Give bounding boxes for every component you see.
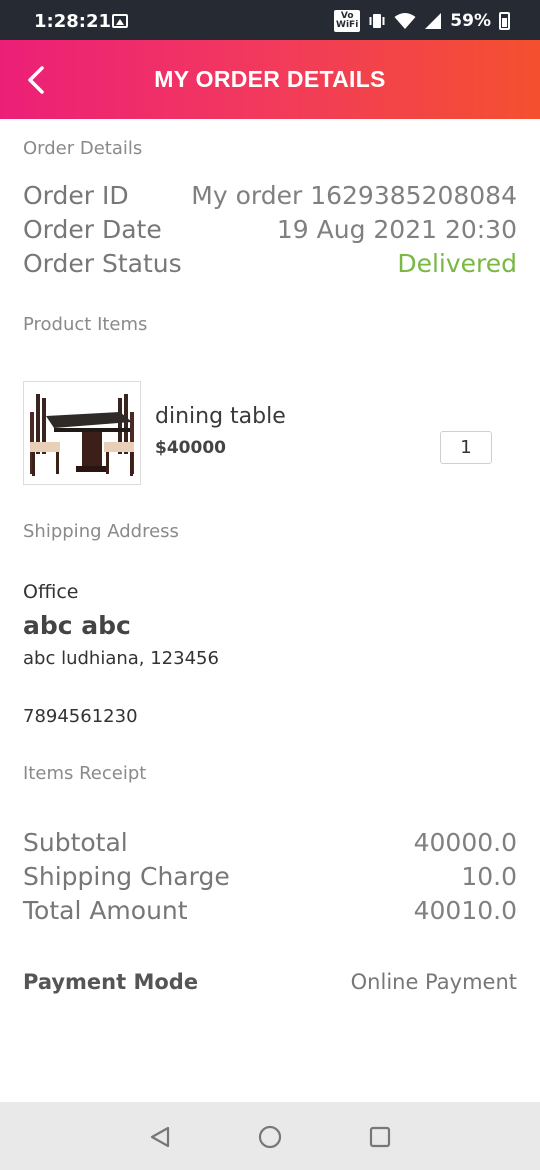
nav-back-button[interactable]	[147, 1124, 173, 1150]
total-amount-label: Total Amount	[23, 896, 188, 925]
subtotal-label: Subtotal	[23, 828, 128, 857]
subtotal-row: Subtotal 40000.0	[23, 828, 517, 857]
wifi-icon	[394, 13, 416, 29]
vowifi-icon: Vo WiFi	[334, 10, 361, 32]
order-status-row: Order Status Delivered	[23, 249, 517, 278]
order-id-value: My order 1629385208084	[191, 181, 517, 210]
total-amount-value: 40010.0	[413, 896, 517, 925]
image-notification-icon	[112, 14, 128, 28]
address-line: abc ludhiana, 123456	[23, 648, 219, 669]
product-name: dining table	[155, 404, 286, 429]
subtotal-value: 40000.0	[413, 828, 517, 857]
shipping-address-section-label: Shipping Address	[23, 521, 179, 542]
order-id-row: Order ID My order 1629385208084	[23, 181, 517, 210]
items-receipt-section-label: Items Receipt	[23, 763, 147, 784]
product-items-section-label: Product Items	[23, 314, 148, 335]
vowifi-bottom-text: WiFi	[336, 20, 359, 30]
product-price: $40000	[155, 438, 226, 458]
order-date-value: 19 Aug 2021 20:30	[276, 215, 517, 244]
address-type: Office	[23, 581, 79, 603]
vibrate-icon	[369, 14, 385, 28]
order-status-label: Order Status	[23, 249, 182, 278]
shipping-charge-value: 10.0	[461, 862, 517, 891]
payment-mode-value: Online Payment	[350, 970, 517, 994]
order-date-row: Order Date 19 Aug 2021 20:30	[23, 215, 517, 244]
payment-mode-label: Payment Mode	[23, 970, 199, 994]
status-time: 1:28:21	[34, 11, 112, 32]
total-amount-row: Total Amount 40010.0	[23, 896, 517, 925]
product-image[interactable]	[23, 381, 141, 485]
address-phone: 7894561230	[23, 706, 138, 727]
address-name: abc abc	[23, 611, 131, 640]
order-status-value: Delivered	[397, 249, 517, 278]
nav-recents-button[interactable]	[367, 1124, 393, 1150]
order-id-label: Order ID	[23, 181, 129, 210]
page-title: MY ORDER DETAILS	[154, 66, 386, 92]
app-header: MY ORDER DETAILS	[0, 40, 540, 119]
triangle-back-icon	[150, 1126, 170, 1148]
nav-home-button[interactable]	[257, 1124, 283, 1150]
status-bar: 1:28:21 Vo WiFi 59%	[0, 0, 540, 40]
battery-icon	[499, 12, 510, 30]
battery-percent: 59%	[450, 11, 491, 31]
product-quantity: 1	[440, 431, 492, 464]
shipping-charge-label: Shipping Charge	[23, 862, 230, 891]
circle-home-icon	[258, 1125, 282, 1149]
status-icons: Vo WiFi 59%	[334, 9, 510, 33]
order-date-label: Order Date	[23, 215, 162, 244]
cellular-signal-icon	[425, 13, 442, 29]
shipping-charge-row: Shipping Charge 10.0	[23, 862, 517, 891]
order-details-section-label: Order Details	[23, 138, 143, 159]
dining-table-image	[24, 382, 140, 484]
system-navigation-bar	[0, 1102, 540, 1170]
square-recents-icon	[369, 1126, 391, 1148]
